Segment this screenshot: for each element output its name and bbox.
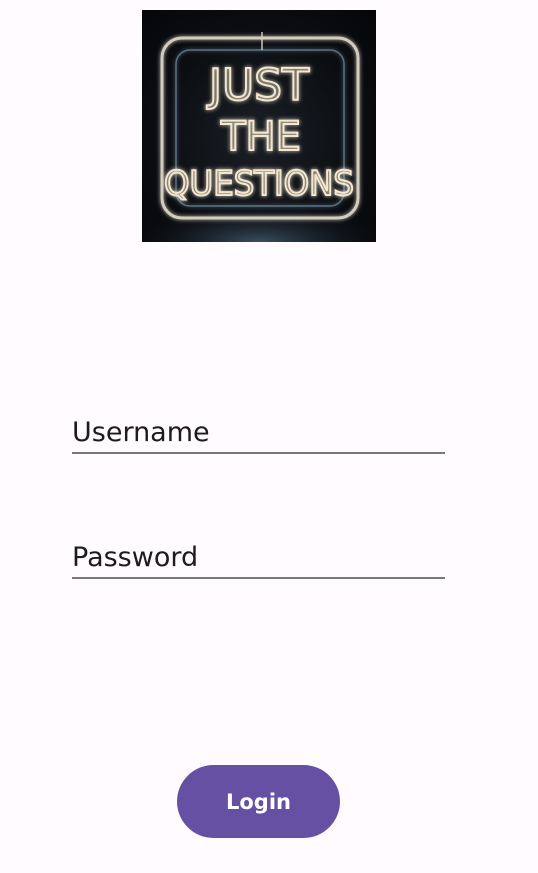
password-field[interactable] (72, 535, 445, 579)
username-field[interactable] (72, 410, 445, 454)
username-input[interactable] (72, 417, 445, 448)
app-logo: JUST THE QUESTIONS (142, 10, 376, 242)
neon-sign-logo: JUST THE QUESTIONS (142, 32, 376, 242)
logo-text-the: THE (220, 114, 301, 160)
password-input[interactable] (72, 542, 445, 573)
logo-text-questions: QUESTIONS (164, 164, 354, 204)
logo-text-just: JUST (206, 60, 309, 111)
login-button[interactable]: Login (177, 765, 340, 838)
